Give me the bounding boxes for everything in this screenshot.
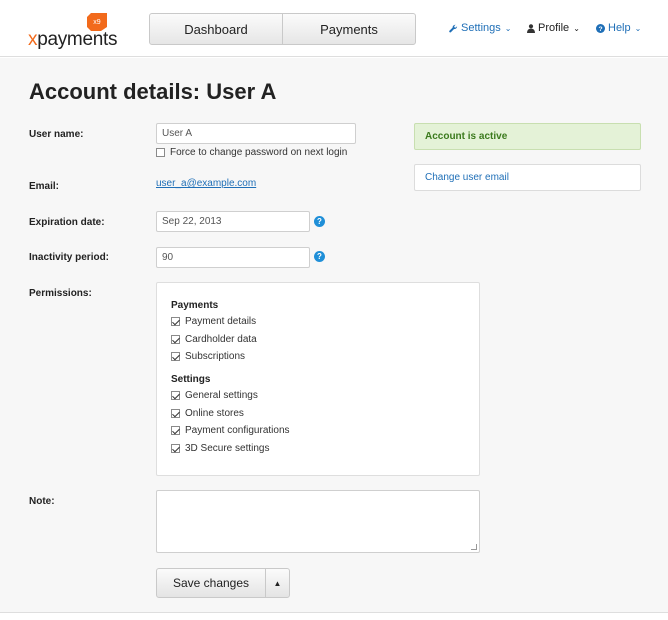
caret-up-icon[interactable]: ▲ <box>265 569 289 597</box>
page-title: Account details: User A <box>29 79 277 104</box>
permission-online-stores[interactable]: Online stores <box>171 408 244 419</box>
chevron-down-icon: ⌄ <box>573 23 580 33</box>
permission-checkbox[interactable] <box>171 444 180 453</box>
permission-label: 3D Secure settings <box>185 443 270 454</box>
permissions-group-payments: Payments <box>171 300 219 311</box>
permission-payment-details[interactable]: Payment details <box>171 316 256 327</box>
permissions-label: Permissions: <box>29 288 92 299</box>
footer-divider <box>0 612 668 620</box>
expiration-label: Expiration date: <box>29 217 105 228</box>
inactivity-period-input[interactable]: 90 <box>156 247 310 268</box>
profile-menu[interactable]: Profile ⌄ <box>527 22 580 34</box>
username-label: User name: <box>29 129 84 140</box>
resize-handle-icon[interactable] <box>471 544 477 550</box>
help-menu[interactable]: ? Help ⌄ <box>596 22 641 34</box>
help-menu-label: Help <box>608 22 631 34</box>
save-button-group: Save changes ▲ <box>156 568 290 598</box>
note-label: Note: <box>29 496 55 507</box>
permission-checkbox[interactable] <box>171 317 180 326</box>
username-input[interactable]: User A <box>156 123 356 144</box>
permission-label: General settings <box>185 390 258 401</box>
permission-subscriptions[interactable]: Subscriptions <box>171 351 245 362</box>
permission-checkbox[interactable] <box>171 409 180 418</box>
nav-tab-payments[interactable]: Payments <box>282 14 415 44</box>
permission-payment-configurations[interactable]: Payment configurations <box>171 425 290 436</box>
permission-3d-secure-settings[interactable]: 3D Secure settings <box>171 443 270 454</box>
permission-checkbox[interactable] <box>171 335 180 344</box>
main-nav: Dashboard Payments <box>149 13 416 45</box>
nav-tab-dashboard[interactable]: Dashboard <box>150 14 282 44</box>
settings-menu-label: Settings <box>461 22 501 34</box>
inactivity-label: Inactivity period: <box>29 252 110 263</box>
xpayments-logo[interactable]: xpayments x9 <box>28 13 128 50</box>
main-content: Account details: User A User name: User … <box>0 58 668 612</box>
profile-menu-label: Profile <box>538 22 570 34</box>
inactivity-help-icon[interactable]: ? <box>314 251 325 262</box>
svg-text:?: ? <box>598 26 602 33</box>
settings-menu[interactable]: Settings ⌄ <box>449 22 511 34</box>
wrench-icon <box>449 24 458 32</box>
permission-label: Payment configurations <box>185 425 290 436</box>
save-changes-button[interactable]: Save changes <box>157 569 265 597</box>
email-label: Email: <box>29 181 60 192</box>
top-header: xpayments x9 Dashboard Payments Settings… <box>0 0 668 57</box>
permission-general-settings[interactable]: General settings <box>171 390 258 401</box>
chevron-down-icon: ⌄ <box>634 23 642 33</box>
svg-text:x9: x9 <box>93 19 101 26</box>
permission-label: Subscriptions <box>185 351 246 362</box>
logo-wordmark: xpayments <box>28 29 118 50</box>
permission-checkbox[interactable] <box>171 426 180 435</box>
change-email-button[interactable]: Change user email <box>414 164 641 191</box>
user-icon <box>527 23 535 33</box>
expiration-help-icon[interactable]: ? <box>314 216 325 227</box>
permission-checkbox[interactable] <box>171 352 180 361</box>
permissions-box: Payments Payment details Cardholder data… <box>156 282 480 476</box>
expiration-date-input[interactable]: Sep 22, 2013 <box>156 211 310 232</box>
chevron-down-icon: ⌄ <box>504 23 512 33</box>
force-password-row[interactable]: Force to change password on next login <box>156 147 347 158</box>
permission-label: Cardholder data <box>185 334 257 345</box>
email-link[interactable]: user_a@example.com <box>156 178 256 189</box>
permissions-group-settings: Settings <box>171 374 211 385</box>
permission-label: Payment details <box>185 316 257 327</box>
permission-cardholder-data[interactable]: Cardholder data <box>171 334 257 345</box>
note-textarea[interactable] <box>156 490 480 553</box>
permission-checkbox[interactable] <box>171 391 180 400</box>
force-password-label: Force to change password on next login <box>170 147 348 158</box>
force-password-checkbox[interactable] <box>156 148 165 157</box>
permission-label: Online stores <box>185 408 244 419</box>
help-circle-icon: ? <box>596 23 605 33</box>
logo-badge-icon: x9 <box>87 13 107 31</box>
account-status-badge: Account is active <box>414 123 641 150</box>
